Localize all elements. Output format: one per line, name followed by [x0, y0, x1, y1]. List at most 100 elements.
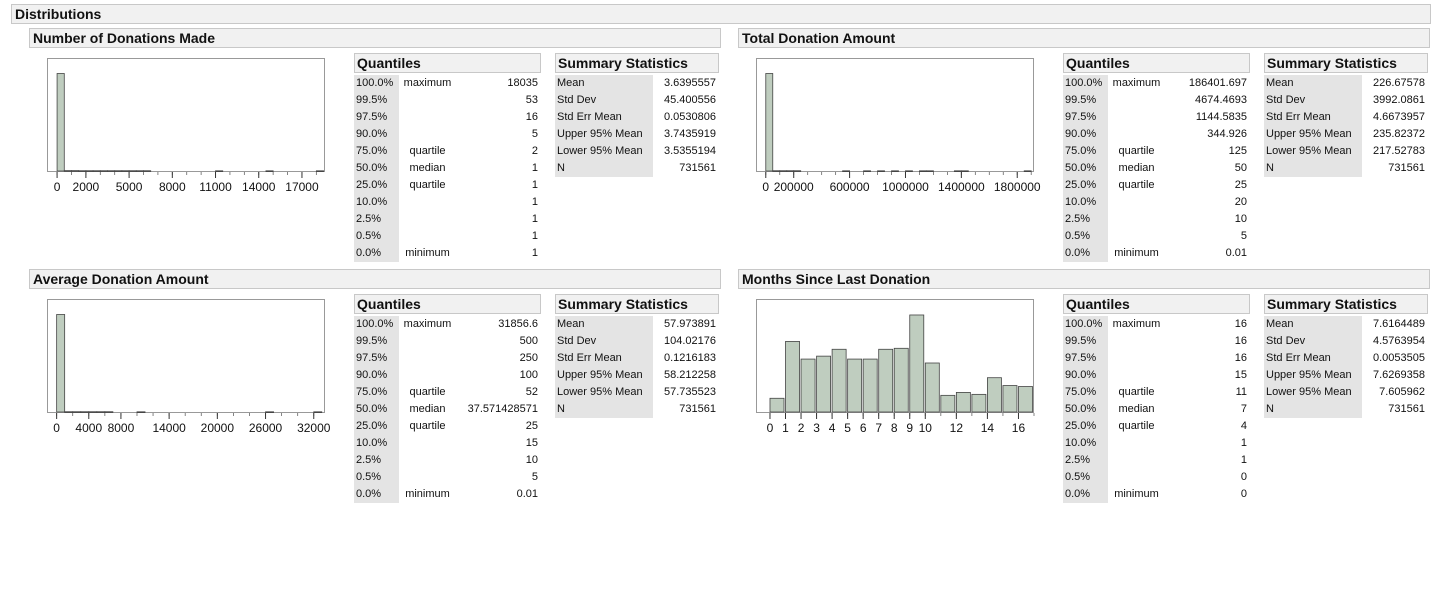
- quantile-value: 1: [531, 179, 538, 191]
- summary-statistics-header[interactable]: Summary Statistics: [1264, 294, 1428, 314]
- quantile-row: 97.5% 16: [354, 109, 541, 126]
- histogram-bar: [104, 411, 114, 413]
- quantile-row: 75.0% quartile 2: [354, 143, 541, 160]
- quantiles-title: Quantiles: [357, 296, 421, 312]
- quantile-percent: 99.5%: [1063, 333, 1108, 350]
- summary-row: N 731561: [555, 160, 719, 177]
- summary-statistics-header[interactable]: Summary Statistics: [1264, 53, 1428, 73]
- quantile-percent: 25.0%: [354, 418, 399, 435]
- histogram-bar: [905, 170, 913, 173]
- quantiles-table: 100.0% maximum 186401.697 99.5% 4674.4693 97.…: [1063, 75, 1250, 262]
- quantile-label: [399, 367, 456, 384]
- quantile-label: [1108, 367, 1165, 384]
- axis-tick-label: 4000: [75, 421, 102, 435]
- quantile-label: [399, 350, 456, 367]
- summary-value: 58.212258: [664, 369, 716, 381]
- quantile-percent: 10.0%: [1063, 435, 1108, 452]
- quantile-percent: 50.0%: [1063, 160, 1108, 177]
- quantile-label: quartile: [409, 386, 446, 398]
- histogram-bar: [842, 170, 850, 173]
- quantile-row: 10.0% 1: [354, 194, 541, 211]
- quantile-percent: 97.5%: [1063, 109, 1108, 126]
- quantiles-table: 100.0% maximum 18035 99.5% 53 97.5% 16 90.0% 5 75…: [354, 75, 541, 262]
- quantile-percent: 100.0%: [1063, 75, 1108, 92]
- summary-value: 4.5763954: [1373, 335, 1425, 347]
- summary-label: Lower 95% Mean: [555, 143, 653, 160]
- summary-statistics-header[interactable]: Summary Statistics: [555, 53, 719, 73]
- histogram-bar: [960, 170, 969, 173]
- quantile-value: 5: [531, 471, 538, 483]
- quantile-label: [1108, 435, 1165, 452]
- quantile-value: 100: [519, 369, 538, 381]
- axis-tick-label: 14000: [242, 180, 276, 194]
- quantile-label: [1108, 469, 1165, 486]
- histogram-bar: [121, 170, 130, 172]
- quantile-value: 15: [525, 437, 538, 449]
- quantiles-header[interactable]: Quantiles: [1063, 294, 1250, 314]
- summary-label: N: [1264, 401, 1362, 418]
- panel-header-number-of-donations-made[interactable]: Number of Donations Made: [29, 28, 721, 48]
- quantile-label: [1108, 109, 1165, 126]
- histogram-bar: [765, 73, 774, 172]
- histogram-bar: [265, 411, 274, 414]
- quantile-row: 0.0% minimum 1: [354, 245, 541, 262]
- axis-tick-label: 8000: [159, 180, 186, 194]
- quantile-percent: 10.0%: [354, 194, 399, 211]
- quantile-value: 1: [531, 230, 538, 242]
- histogram-bar: [71, 170, 80, 172]
- panel-title: Total Donation Amount: [742, 30, 896, 46]
- quantile-row: 25.0% quartile 4: [1063, 418, 1250, 435]
- summary-statistics-header[interactable]: Summary Statistics: [555, 294, 719, 314]
- quantile-value: 18035: [507, 77, 538, 89]
- quantile-row: 75.0% quartile 52: [354, 384, 541, 401]
- axis-tick-label: 2000: [73, 180, 100, 194]
- quantiles-header[interactable]: Quantiles: [354, 294, 541, 314]
- axis-tick-label: 1800000: [994, 180, 1041, 194]
- quantile-percent: 50.0%: [1063, 401, 1108, 418]
- quantile-row: 25.0% quartile 1: [354, 177, 541, 194]
- summary-value: 7.6269358: [1373, 369, 1425, 381]
- quantile-label: [399, 435, 456, 452]
- panel-header-months-since-last-donation[interactable]: Months Since Last Donation: [738, 269, 1430, 289]
- quantile-percent: 0.5%: [354, 228, 399, 245]
- summary-row: N 731561: [1264, 401, 1428, 418]
- quantile-value: 31856.6: [498, 318, 538, 330]
- quantile-label: minimum: [405, 488, 450, 500]
- quantile-percent: 100.0%: [354, 75, 399, 92]
- quantile-label: [399, 211, 456, 228]
- quantile-row: 90.0% 100: [354, 367, 541, 384]
- panel-title: Months Since Last Donation: [742, 271, 931, 287]
- quantile-label: [1108, 194, 1165, 211]
- quantile-label: maximum: [1112, 77, 1161, 89]
- summary-value: 0.0053505: [1373, 352, 1425, 364]
- quantile-label: [1108, 211, 1165, 228]
- histogram-bar: [919, 170, 927, 173]
- quantiles-header[interactable]: Quantiles: [354, 53, 541, 73]
- summary-label: Mean: [555, 316, 653, 333]
- quantiles-header[interactable]: Quantiles: [1063, 53, 1250, 73]
- quantile-row: 90.0% 5: [354, 126, 541, 143]
- histogram-bar: [893, 347, 909, 413]
- quantile-row: 50.0% median 7: [1063, 401, 1250, 418]
- quantile-row: 75.0% quartile 125: [1063, 143, 1250, 160]
- panel-header-total-donation-amount[interactable]: Total Donation Amount: [738, 28, 1430, 48]
- quantile-percent: 0.5%: [354, 469, 399, 486]
- panel-header-average-donation-amount[interactable]: Average Donation Amount: [29, 269, 721, 289]
- quantile-percent: 99.5%: [1063, 92, 1108, 109]
- quantile-value: 2: [531, 145, 538, 157]
- summary-statistics-title: Summary Statistics: [1267, 55, 1397, 71]
- quantile-value: 0: [1240, 471, 1247, 483]
- quantile-label: quartile: [409, 420, 446, 432]
- axis-tick-label: 200000: [774, 180, 814, 194]
- quantile-percent: 25.0%: [1063, 418, 1108, 435]
- quantile-row: 97.5% 250: [354, 350, 541, 367]
- quantile-row: 2.5% 10: [354, 452, 541, 469]
- axis-tick-label: 8000: [108, 421, 135, 435]
- quantiles-table: 100.0% maximum 16 99.5% 16 97.5% 16 90.0% 15 75.0…: [1063, 316, 1250, 503]
- quantile-row: 2.5% 10: [1063, 211, 1250, 228]
- report-header[interactable]: Distributions: [11, 4, 1431, 24]
- summary-value: 3992.0861: [1373, 94, 1425, 106]
- quantile-row: 2.5% 1: [354, 211, 541, 228]
- axis-tick-label: 12: [950, 421, 964, 435]
- summary-row: Std Err Mean 0.0530806: [555, 109, 719, 126]
